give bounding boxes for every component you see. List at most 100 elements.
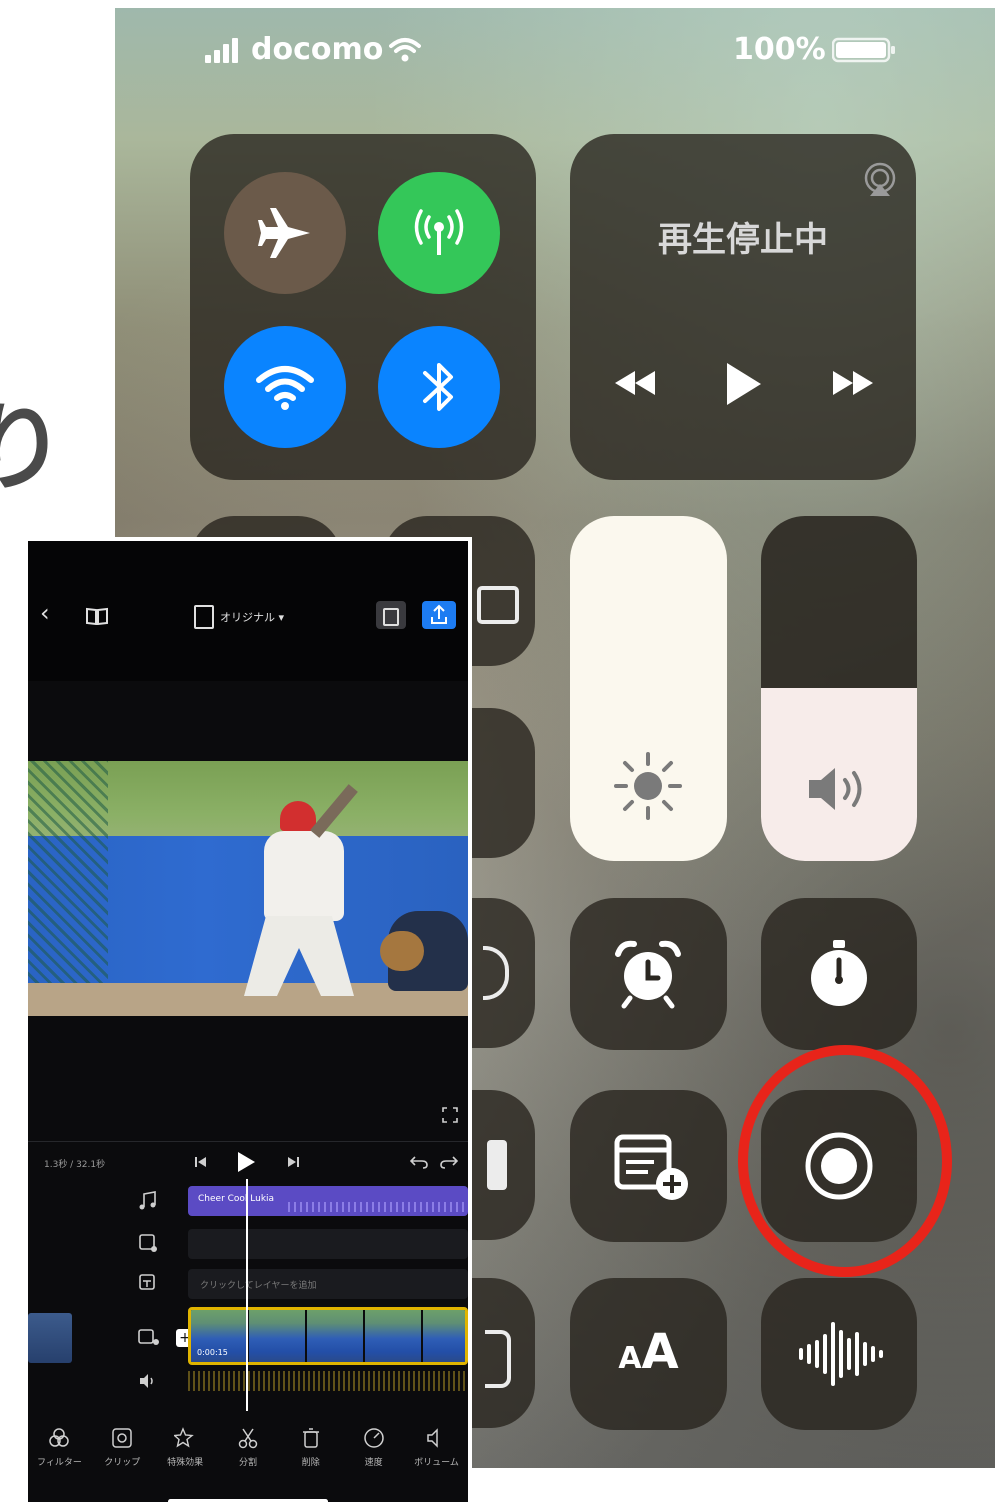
fullscreen-icon[interactable] — [442, 1107, 458, 1123]
video-clip-duration: 0:00:15 — [197, 1348, 228, 1357]
export-button[interactable] — [422, 601, 456, 629]
play-button[interactable] — [718, 354, 768, 414]
bluetooth-toggle[interactable] — [378, 326, 500, 448]
partial-icon — [485, 1330, 511, 1388]
toolbar-clip[interactable]: クリップ — [94, 1427, 150, 1502]
video-editor-screenshot: ‹ オリジナル ▾ 1.3秒 / 32.1秒 Cheer Cool Lukia … — [24, 537, 472, 1502]
wifi-icon — [256, 366, 314, 410]
airplane-icon — [258, 208, 310, 258]
save-icon — [383, 608, 399, 626]
airplay-icon[interactable] — [862, 162, 898, 198]
wifi-status-icon — [389, 37, 422, 61]
editor-play-icon[interactable] — [236, 1151, 256, 1173]
status-bar-left: docomo — [205, 32, 422, 67]
toolbar-effects-label: 特殊効果 — [167, 1458, 204, 1468]
play-icon — [727, 363, 761, 405]
editor-toolbar: フィルター クリップ 特殊効果 分割 削除 速度 ボリューム — [28, 1421, 468, 1502]
clip-icon — [112, 1428, 133, 1448]
speaker-icon — [809, 768, 862, 810]
batter-body — [264, 831, 344, 921]
undo-icon[interactable] — [410, 1155, 428, 1169]
aspect-ratio-label: オリジナル ▾ — [220, 611, 285, 624]
video-clip[interactable]: 0:00:15 — [188, 1307, 468, 1365]
quick-note-icon — [614, 1134, 688, 1200]
battery-icon — [831, 37, 895, 62]
playhead[interactable] — [246, 1179, 248, 1411]
share-icon — [431, 604, 447, 624]
fast-forward-icon — [833, 371, 873, 395]
video-preview — [28, 761, 468, 1016]
save-button[interactable] — [376, 601, 406, 629]
toolbar-delete[interactable]: 削除 — [283, 1427, 339, 1502]
audio-clip[interactable]: Cheer Cool Lukia — [188, 1186, 468, 1216]
partial-heading-char: り — [0, 392, 66, 504]
wifi-toggle[interactable] — [224, 326, 346, 448]
sticker-track-icon[interactable] — [138, 1233, 158, 1253]
text-size-label: AA — [618, 1324, 679, 1380]
connectivity-tile — [190, 134, 536, 480]
toolbar-effects[interactable]: 特殊効果 — [157, 1427, 213, 1502]
partial-icon — [483, 946, 509, 1000]
time-readout: 1.3秒 / 32.1秒 — [44, 1160, 106, 1170]
cellular-data-toggle[interactable] — [378, 172, 500, 294]
rewind-button[interactable] — [610, 358, 660, 408]
quick-note-tile[interactable] — [570, 1090, 727, 1242]
toolbar-clip-label: クリップ — [104, 1458, 141, 1468]
text-track-icon[interactable] — [138, 1273, 158, 1293]
text-layer-placeholder: クリックしてレイヤーを追加 — [200, 1281, 317, 1291]
volume-slider[interactable] — [761, 516, 917, 861]
airplane-mode-toggle[interactable] — [224, 172, 346, 294]
toolbar-filter[interactable]: フィルター — [31, 1427, 87, 1502]
highlight-circle — [738, 1045, 952, 1277]
fast-forward-button[interactable] — [828, 358, 878, 408]
toolbar-speed[interactable]: 速度 — [346, 1427, 402, 1502]
bluetooth-icon — [423, 363, 453, 411]
speed-icon — [363, 1428, 384, 1448]
status-bar-right: 100% — [733, 32, 896, 67]
toolbar-filter-label: フィルター — [37, 1458, 82, 1468]
carrier-name: docomo — [251, 32, 384, 67]
book-icon[interactable] — [86, 607, 108, 625]
text-layer-track[interactable]: クリックしてレイヤーを追加 — [188, 1269, 468, 1299]
back-button[interactable]: ‹ — [40, 599, 50, 627]
batter-helmet — [280, 801, 316, 831]
alarm-tile[interactable] — [570, 898, 727, 1050]
filter-icon — [49, 1428, 70, 1447]
toolbar-volume[interactable]: ボリューム — [408, 1427, 464, 1502]
cut-icon — [238, 1428, 258, 1449]
net — [28, 761, 108, 1001]
skip-forward-icon[interactable] — [286, 1155, 300, 1169]
redo-icon[interactable] — [440, 1155, 458, 1169]
stopwatch-tile[interactable] — [761, 898, 917, 1050]
sticker-track[interactable] — [188, 1229, 468, 1259]
music-track-icon[interactable] — [138, 1191, 158, 1211]
skip-back-icon[interactable] — [194, 1155, 208, 1169]
effects-icon — [174, 1427, 194, 1448]
rewind-icon — [615, 371, 655, 395]
delete-icon — [302, 1428, 319, 1448]
antenna-icon — [414, 209, 464, 255]
volume-icon — [427, 1428, 439, 1448]
text-size-tile[interactable]: AA — [570, 1278, 727, 1430]
audio-waveform — [288, 1202, 468, 1212]
battery-percentage: 100% — [733, 32, 826, 67]
brightness-slider[interactable] — [570, 516, 727, 861]
catcher-mitt — [380, 931, 424, 971]
cover-thumbnail[interactable] — [28, 1313, 72, 1363]
toolbar-speed-label: 速度 — [364, 1458, 383, 1468]
audio-volume-icon[interactable] — [138, 1373, 156, 1389]
toolbar-cut-label: 分割 — [238, 1458, 257, 1468]
aspect-ratio-dropdown[interactable]: オリジナル ▾ — [194, 605, 284, 629]
alarm-clock-icon — [615, 940, 681, 1009]
aspect-ratio-icon — [194, 605, 214, 629]
signal-icon — [205, 37, 238, 63]
stopwatch-icon — [811, 940, 867, 1006]
toolbar-cut[interactable]: 分割 — [220, 1427, 276, 1502]
now-playing-status: 再生停止中 — [658, 220, 828, 260]
brightness-icon — [614, 752, 682, 820]
screen-mirroring-icon — [477, 586, 519, 624]
sound-recognition-tile[interactable] — [761, 1278, 917, 1430]
original-audio-waveform — [188, 1371, 468, 1391]
video-track-icon[interactable] — [138, 1327, 160, 1347]
waveform-icon — [799, 1322, 883, 1386]
